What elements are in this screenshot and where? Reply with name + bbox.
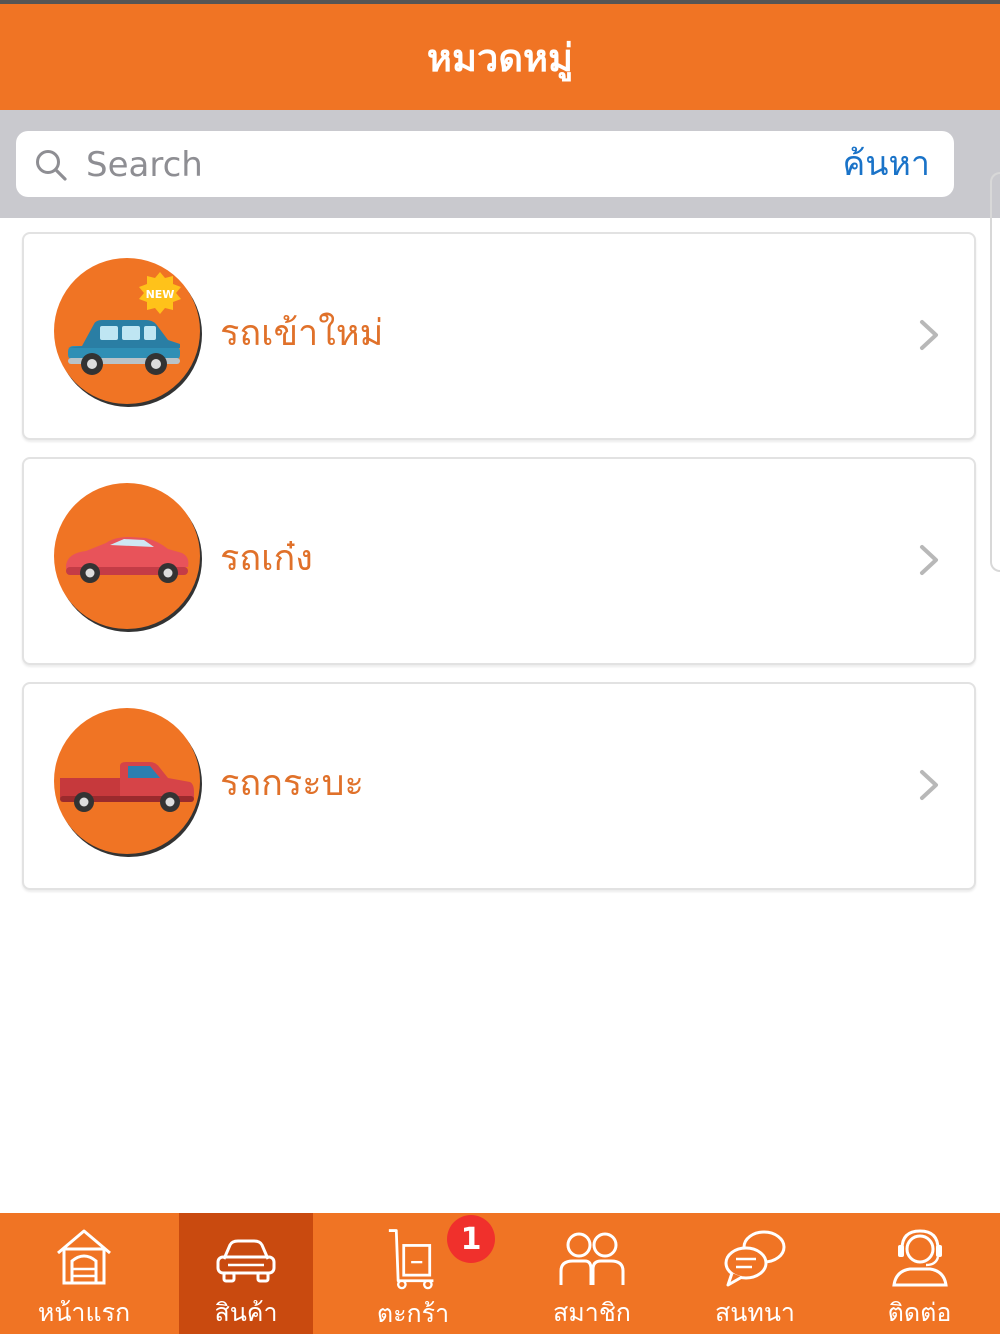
car-icon (216, 1239, 276, 1283)
tab-chat[interactable]: สนทนา (671, 1213, 839, 1334)
search-icon (36, 150, 67, 181)
category-label: รถเก๋ง (220, 538, 313, 579)
chevron-right-icon (920, 545, 938, 575)
category-label: รถกระบะ (220, 763, 364, 804)
tab-label: สนทนา (715, 1298, 795, 1327)
page-title: หมวดหมู่ (426, 35, 574, 80)
tab-bar: หน้าแรก สินค้า ตะกร้า 1 สมาชิก สนทนา ติด… (0, 1213, 1000, 1334)
tab-label: ตะกร้า (376, 1299, 450, 1328)
new-car-icon: NEW (68, 272, 181, 375)
header-bar: หมวดหมู่ (0, 4, 1000, 110)
category-image (54, 708, 200, 854)
tab-label: สินค้า (214, 1298, 278, 1327)
tab-contact[interactable]: ติดต่อ (839, 1213, 1000, 1334)
tab-cart[interactable]: ตะกร้า 1 (313, 1213, 513, 1334)
tab-members[interactable]: สมาชิก (513, 1213, 671, 1334)
sedan-car-icon (66, 537, 189, 583)
chevron-right-icon (920, 770, 938, 800)
category-item-sedans[interactable]: รถเก๋ง (22, 457, 976, 665)
tab-label: หน้าแรก (37, 1298, 131, 1327)
svg-text:NEW: NEW (146, 288, 175, 301)
cart-icon (388, 1229, 434, 1290)
tab-label: ติดต่อ (887, 1298, 952, 1327)
new-badge-icon: NEW (139, 272, 181, 314)
pickup-truck-icon (60, 762, 194, 812)
search-button[interactable]: ค้นหา (843, 141, 931, 187)
contact-icon (891, 1229, 948, 1287)
chevron-right-icon (920, 320, 938, 350)
cart-count-badge: 1 (447, 1215, 495, 1263)
search-input[interactable] (84, 139, 788, 191)
category-image: NEW (54, 258, 200, 404)
category-image (54, 483, 200, 629)
members-icon (559, 1232, 625, 1285)
tab-label: สมาชิก (553, 1298, 631, 1327)
chat-icon (724, 1230, 786, 1287)
search-box: ค้นหา (16, 131, 954, 197)
category-item-new-cars[interactable]: NEW รถเข้าใหม่ (22, 232, 976, 440)
search-bar: ค้นหา (0, 110, 1000, 218)
category-item-pickups[interactable]: รถกระบะ (22, 682, 976, 890)
tab-products[interactable]: สินค้า (179, 1213, 313, 1334)
tab-home[interactable]: หน้าแรก (0, 1213, 168, 1334)
category-label: รถเข้าใหม่ (220, 313, 384, 354)
scroll-indicator (990, 172, 1000, 572)
home-icon (57, 1229, 111, 1285)
